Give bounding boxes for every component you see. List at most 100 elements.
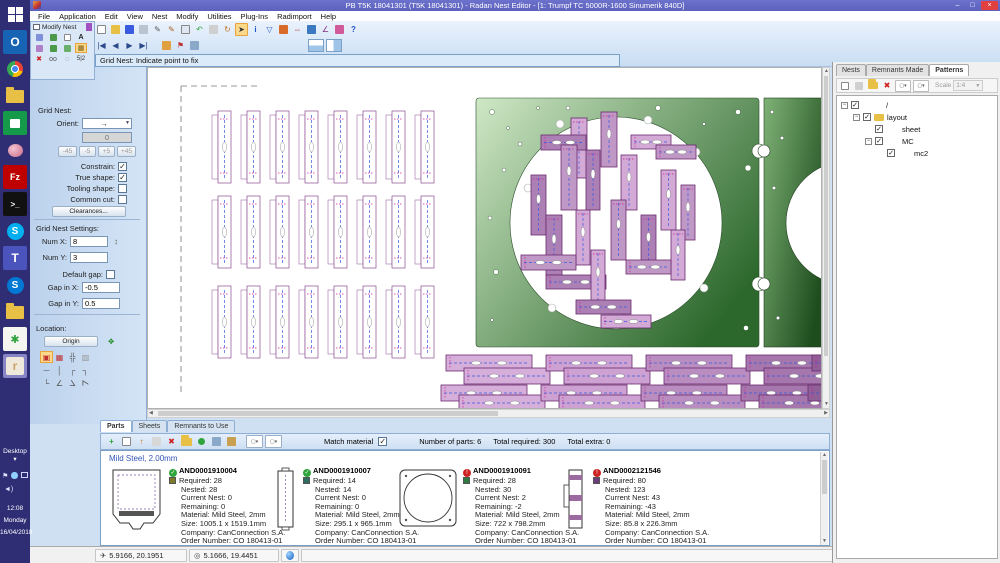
text-icon[interactable]: A <box>75 32 87 42</box>
location-fade-grid-icon[interactable]: ▨ <box>79 351 92 363</box>
rotate-minus5-button[interactable]: -5 <box>79 146 96 157</box>
taskbar-icon-teams[interactable]: T <box>3 246 27 270</box>
view-mode2-dropdown[interactable]: ▢▾ <box>265 435 282 448</box>
menu-radimport[interactable]: Radimport <box>277 12 312 21</box>
chain-icon[interactable]: oo <box>47 54 59 64</box>
pen-icon[interactable]: ✎ <box>165 23 178 36</box>
tab-parts[interactable]: Parts <box>100 420 132 432</box>
network-icon[interactable] <box>11 472 17 479</box>
undo-icon[interactable]: ↶ <box>193 23 206 36</box>
pattern-view2-dropdown[interactable]: ▢▾ <box>913 80 929 92</box>
taskbar-icon-filezilla[interactable]: Fz <box>3 165 27 189</box>
part-update-icon[interactable]: ↑ <box>135 435 148 448</box>
tree-row-root[interactable]: − ✓ / <box>837 99 997 111</box>
tree-row-sheet[interactable]: ✓ sheet <box>837 123 997 135</box>
num-y-field[interactable] <box>70 252 108 263</box>
part-remove-icon[interactable]: ✖ <box>165 435 178 448</box>
flag-tool-icon[interactable]: ⚑ <box>174 39 187 52</box>
rotate-minus45-button[interactable]: -45 <box>58 146 77 157</box>
expander-icon[interactable]: − <box>841 102 848 109</box>
tab-remnants-made[interactable]: Remnants Made <box>866 64 929 76</box>
circle-nest-icon[interactable]: ◌ <box>61 54 73 64</box>
part-small-icon[interactable] <box>33 43 45 53</box>
array-icon[interactable] <box>47 43 59 53</box>
sheet-add-icon[interactable] <box>61 32 73 42</box>
num-link-icon[interactable]: ↕ <box>114 237 118 246</box>
taskbar-icon-skype[interactable]: S <box>3 219 27 243</box>
location-corner-bl-icon[interactable]: └ <box>40 377 53 389</box>
menu-application[interactable]: Application <box>59 12 96 21</box>
taskbar-icon-store[interactable] <box>3 111 27 135</box>
location-grid-icon[interactable]: ▦ <box>53 351 66 363</box>
new-icon[interactable] <box>95 23 108 36</box>
orient-select[interactable]: →▼ <box>82 118 132 129</box>
taskbar-icon-skype-business[interactable]: S <box>3 273 27 297</box>
taskbar-icon-explorer[interactable] <box>3 84 27 108</box>
copy-icon[interactable] <box>179 23 192 36</box>
next-nest-icon[interactable]: ▶ <box>123 39 136 52</box>
location-angle1-icon[interactable]: ∠ <box>53 377 66 389</box>
location-corner-tr-icon[interactable]: ┐ <box>79 364 92 376</box>
help-icon[interactable]: ? <box>347 23 360 36</box>
print-icon[interactable] <box>137 23 150 36</box>
match-material-checkbox[interactable]: ✓ <box>378 437 387 446</box>
location-corner-tl-icon[interactable]: ┌ <box>66 364 79 376</box>
open-icon[interactable] <box>109 23 122 36</box>
taskbar-icon-chrome[interactable] <box>3 57 27 81</box>
menu-modify[interactable]: Modify <box>176 12 198 21</box>
start-button-icon[interactable] <box>3 2 27 26</box>
origin-button[interactable]: Origin <box>44 336 98 347</box>
taskbar-icon-folder[interactable] <box>3 300 27 324</box>
desktop-toggle[interactable]: Desktop▾ <box>0 448 30 464</box>
part-card[interactable]: AND0002121546 Required: 80 Nested: 123 C… <box>563 467 709 546</box>
gap-y-field[interactable] <box>82 298 120 309</box>
part-report-icon[interactable] <box>225 435 238 448</box>
menu-view[interactable]: View <box>127 12 143 21</box>
taskbar-icon-paint[interactable] <box>3 138 27 162</box>
menu-help[interactable]: Help <box>321 12 336 21</box>
angle-field[interactable] <box>82 132 132 143</box>
nest-part-icon[interactable] <box>33 32 45 42</box>
grid-nest-icon[interactable]: ▦ <box>75 43 87 53</box>
layout-horizontal-icon[interactable] <box>308 39 324 52</box>
move-origin-icon[interactable]: ✥ <box>108 337 114 346</box>
part-table-icon[interactable] <box>210 435 223 448</box>
nest-canvas[interactable] <box>147 67 822 409</box>
expander-icon[interactable]: − <box>853 114 860 121</box>
location-angle2-icon[interactable]: ∠ <box>66 377 79 389</box>
select-icon[interactable]: ➤ <box>235 23 248 36</box>
auto-nest-icon[interactable] <box>47 32 59 42</box>
tooling-shape-checkbox[interactable] <box>118 184 127 193</box>
tree-label-layout[interactable]: layout <box>887 113 907 122</box>
location-cross-grid-icon[interactable]: ╬ <box>66 351 79 363</box>
true-shape-checkbox[interactable]: ✓ <box>118 173 127 182</box>
part-folder-icon[interactable] <box>180 435 193 448</box>
rotate-plus45-button[interactable]: +45 <box>117 146 136 157</box>
part-add-icon[interactable]: + <box>105 435 118 448</box>
view-mode1-dropdown[interactable]: ▢▾ <box>246 435 263 448</box>
tree-checkbox[interactable]: ✓ <box>863 113 871 121</box>
palette-handle-icon[interactable] <box>33 24 40 30</box>
menu-utilities[interactable]: Utilities <box>207 12 231 21</box>
close-button[interactable]: × <box>981 1 998 10</box>
table-icon[interactable] <box>188 39 201 52</box>
minimize-button[interactable]: – <box>951 1 964 10</box>
part-leaf-icon[interactable] <box>195 435 208 448</box>
lock-icon[interactable] <box>277 23 290 36</box>
sheet-icon[interactable] <box>305 23 318 36</box>
tree-label-mc[interactable]: MC <box>902 137 914 146</box>
part-load-icon[interactable] <box>120 435 133 448</box>
dimension-icon[interactable]: ⇔ <box>291 23 304 36</box>
menu-file[interactable]: File <box>38 12 50 21</box>
tab-sheets[interactable]: Sheets <box>132 420 168 432</box>
flag-icon[interactable]: ⚑ <box>2 472 8 480</box>
taskbar-icon-terminal[interactable]: >_ <box>3 192 27 216</box>
menu-edit[interactable]: Edit <box>105 12 118 21</box>
tree-checkbox[interactable]: ✓ <box>875 137 883 145</box>
pattern-delete-icon[interactable]: ✖ <box>881 80 893 92</box>
part-card[interactable]: AND0001910004 Required: 28 Nested: 28 Cu… <box>109 467 285 546</box>
pencil-icon[interactable]: ✎ <box>151 23 164 36</box>
constrain-checkbox[interactable]: ✓ <box>118 162 127 171</box>
canvas-vscrollbar[interactable]: ▲▼ <box>822 67 830 409</box>
tree-label-sheet[interactable]: sheet <box>902 125 920 134</box>
